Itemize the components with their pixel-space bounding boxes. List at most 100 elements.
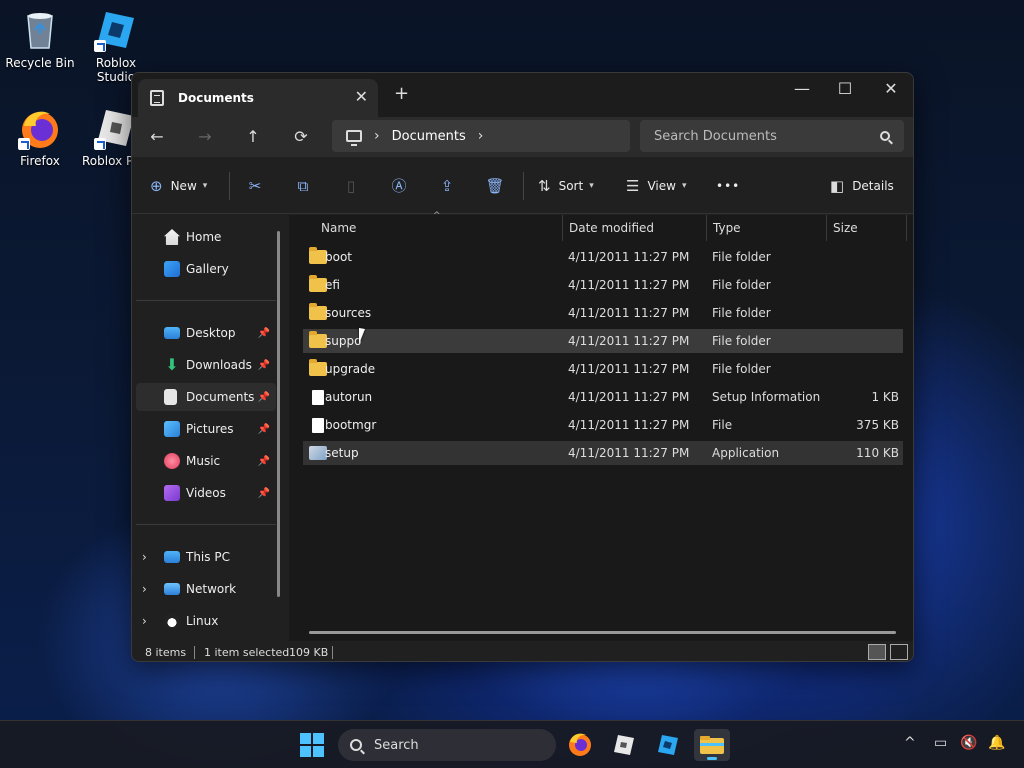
file-name: upgrade	[325, 362, 376, 376]
desktop-folder-icon	[164, 327, 180, 339]
start-button[interactable]	[300, 733, 324, 757]
selection-count: 1 item selected	[204, 646, 290, 659]
file-date: 4/11/2011 11:27 PM	[568, 418, 690, 432]
table-row[interactable]: suppo 4/11/2011 11:27 PM File folder	[303, 329, 903, 353]
taskbar-roblox-player[interactable]	[606, 729, 642, 761]
table-row[interactable]: sources 4/11/2011 11:27 PM File folder	[303, 301, 903, 325]
sidebar-item-downloads[interactable]: ⬇ Downloads 📌	[136, 351, 276, 379]
show-hidden-icons-chevron-up-icon[interactable]: ^	[904, 735, 916, 751]
up-button[interactable]: ↑	[240, 125, 266, 149]
column-header-date-modified[interactable]: Date modified	[569, 215, 654, 241]
file-type: File folder	[712, 306, 771, 320]
maximize-button[interactable]: ☐	[830, 79, 860, 98]
new-tab-button[interactable]: +	[394, 83, 409, 104]
tab-title: Documents	[178, 91, 254, 105]
sidebar-item-label: Videos	[186, 486, 226, 500]
sidebar-item-music[interactable]: Music 📌	[136, 447, 276, 475]
pin-icon: 📌	[257, 391, 270, 403]
sidebar-item-documents[interactable]: Documents 📌	[136, 383, 276, 411]
firefox-icon	[18, 106, 62, 150]
chevron-right-icon[interactable]: ›	[478, 128, 484, 144]
view-button[interactable]: ☰ View ▾	[626, 174, 686, 198]
chevron-right-icon[interactable]: ›	[142, 550, 147, 564]
chevron-right-icon[interactable]: ›	[142, 614, 147, 628]
tab-close-icon[interactable]: ✕	[355, 87, 368, 106]
sidebar-item-label: Pictures	[186, 422, 234, 436]
file-type: Setup Information	[712, 390, 821, 404]
file-type: File folder	[712, 334, 771, 348]
share-icon[interactable]: ⇪	[436, 175, 458, 197]
horizontal-scrollbar[interactable]	[309, 631, 896, 634]
network-status-icon[interactable]: ▭	[934, 735, 947, 751]
sidebar-item-home[interactable]: Home	[136, 223, 276, 251]
desktop-icon-firefox[interactable]: Firefox	[0, 106, 80, 168]
column-divider[interactable]	[706, 215, 707, 241]
refresh-button[interactable]: ⟳	[288, 125, 314, 149]
table-row[interactable]: setup 4/11/2011 11:27 PM Application 110…	[303, 441, 903, 465]
search-input[interactable]	[654, 128, 854, 144]
sidebar-item-this-pc[interactable]: › This PC	[136, 543, 276, 571]
navigation-pane: Home Gallery Desktop 📌 ⬇ Downloads 📌 Doc…	[132, 215, 280, 647]
column-divider[interactable]	[906, 215, 907, 241]
taskbar-file-explorer[interactable]	[694, 729, 730, 761]
shortcut-arrow-icon	[94, 40, 106, 52]
rename-icon[interactable]: Ⓐ	[388, 175, 410, 197]
sort-button[interactable]: ⇅ Sort ▾	[538, 174, 594, 198]
volume-muted-icon[interactable]: 🔇	[960, 735, 977, 751]
tab-documents[interactable]: Documents ✕	[138, 79, 378, 117]
file-type: File folder	[712, 278, 771, 292]
table-row[interactable]: bootmgr 4/11/2011 11:27 PM File 375 KB	[303, 413, 903, 437]
address-bar[interactable]: › Documents ›	[332, 120, 630, 152]
details-label: Details	[852, 179, 894, 193]
column-header-size[interactable]: Size	[833, 215, 858, 241]
search-box[interactable]	[640, 120, 904, 152]
delete-icon[interactable]: 🗑	[484, 175, 506, 197]
forward-button[interactable]: →	[192, 125, 218, 149]
sidebar-item-pictures[interactable]: Pictures 📌	[136, 415, 276, 443]
file-explorer-window: Documents ✕ + — ☐ ✕ ← → ↑ ⟳ › Documents …	[131, 72, 914, 662]
sidebar-scrollbar[interactable]	[277, 231, 280, 597]
tiles-view-icon[interactable]	[890, 644, 908, 660]
more-options-button[interactable]: •••	[716, 174, 740, 198]
notification-bell-icon[interactable]: 🔔	[988, 735, 1005, 751]
details-button[interactable]: ◧ Details	[830, 174, 894, 198]
paste-icon[interactable]: ▯	[340, 175, 362, 197]
taskbar-search[interactable]	[338, 729, 556, 761]
desktop-icon-recycle-bin[interactable]: Recycle Bin	[0, 8, 80, 70]
taskbar-firefox[interactable]	[562, 729, 598, 761]
table-row[interactable]: efi 4/11/2011 11:27 PM File folder	[303, 273, 903, 297]
document-icon	[150, 90, 164, 106]
sidebar-item-desktop[interactable]: Desktop 📌	[136, 319, 276, 347]
minimize-button[interactable]: —	[787, 79, 817, 98]
active-indicator	[707, 757, 717, 760]
breadcrumb-documents[interactable]: Documents	[392, 129, 466, 144]
column-header-type[interactable]: Type	[713, 215, 741, 241]
close-button[interactable]: ✕	[876, 79, 906, 98]
column-header-name[interactable]: Name	[321, 215, 356, 241]
taskbar-roblox-studio[interactable]	[650, 729, 686, 761]
cut-icon[interactable]: ✂	[244, 175, 266, 197]
table-row[interactable]: autorun 4/11/2011 11:27 PM Setup Informa…	[303, 385, 903, 409]
sidebar-item-gallery[interactable]: Gallery	[136, 255, 276, 283]
back-button[interactable]: ←	[144, 125, 170, 149]
column-divider[interactable]	[826, 215, 827, 241]
chevron-right-icon[interactable]: ›	[142, 582, 147, 596]
search-icon	[880, 131, 890, 141]
new-button[interactable]: ⊕ New ▾	[150, 174, 207, 198]
chevron-right-icon[interactable]: ›	[374, 128, 380, 144]
divider	[136, 524, 276, 525]
sidebar-item-videos[interactable]: Videos 📌	[136, 479, 276, 507]
copy-icon[interactable]: ⧉	[292, 175, 314, 197]
details-view-icon[interactable]	[868, 644, 886, 660]
recycle-bin-icon	[18, 8, 62, 52]
table-row[interactable]: upgrade 4/11/2011 11:27 PM File folder	[303, 357, 903, 381]
file-name: boot	[325, 250, 353, 264]
column-divider[interactable]	[562, 215, 563, 241]
taskbar-search-input[interactable]	[374, 737, 534, 753]
table-row[interactable]: boot 4/11/2011 11:27 PM File folder	[303, 245, 903, 269]
monitor-icon	[346, 130, 362, 146]
sidebar-item-linux[interactable]: › Linux	[136, 607, 276, 635]
file-date: 4/11/2011 11:27 PM	[568, 306, 690, 320]
music-icon	[164, 453, 180, 469]
sidebar-item-network[interactable]: › Network	[136, 575, 276, 603]
